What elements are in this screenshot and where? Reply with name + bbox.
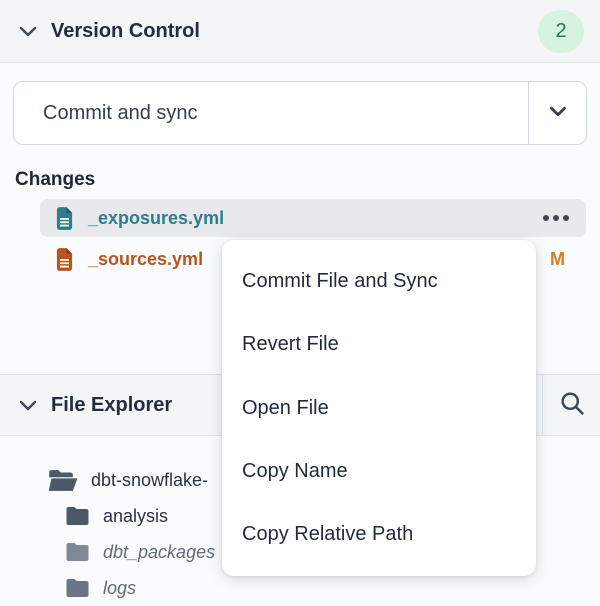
commit-action-label: Commit and sync: [14, 82, 528, 144]
file-more-options-button[interactable]: [541, 211, 571, 225]
dropdown-toggle-button[interactable]: [528, 82, 586, 144]
changes-section-label: Changes: [15, 169, 600, 191]
folder-open-icon: [48, 469, 78, 492]
menu-item-copy-relative-path[interactable]: Copy Relative Path: [222, 503, 536, 566]
folder-icon: [65, 542, 90, 562]
yml-file-icon: [55, 207, 74, 230]
menu-item-open-file[interactable]: Open File: [222, 377, 536, 440]
changed-file-row-exposures[interactable]: _exposures.yml: [40, 199, 586, 237]
file-context-menu: Commit File and Sync Revert File Open Fi…: [222, 240, 536, 576]
folder-icon: [65, 506, 90, 526]
commit-action-dropdown[interactable]: Commit and sync: [13, 81, 587, 145]
menu-item-copy-name[interactable]: Copy Name: [222, 440, 536, 503]
chevron-down-icon: [545, 98, 571, 129]
file-explorer-title: File Explorer: [51, 394, 172, 417]
changed-file-name: _exposures.yml: [88, 208, 224, 229]
changed-file-name: _sources.yml: [88, 249, 203, 270]
chevron-down-icon[interactable]: [16, 19, 40, 43]
version-control-header: Version Control 2: [0, 0, 600, 63]
search-icon: [558, 389, 586, 422]
tree-item-label: analysis: [103, 506, 168, 527]
yml-file-icon: [55, 248, 74, 271]
tree-item-label: dbt_packages: [103, 542, 215, 563]
tree-item-label: dbt-snowflake-: [91, 470, 208, 491]
version-control-title: Version Control: [51, 20, 200, 43]
chevron-down-icon[interactable]: [16, 393, 40, 417]
file-search-button[interactable]: [542, 375, 600, 435]
tree-item-label: logs: [103, 578, 136, 599]
folder-icon: [65, 578, 90, 598]
changes-count-badge: 2: [538, 10, 584, 53]
menu-item-revert-file[interactable]: Revert File: [222, 313, 536, 376]
modified-status-badge: M: [550, 249, 565, 270]
menu-item-commit-file-and-sync[interactable]: Commit File and Sync: [222, 250, 536, 313]
